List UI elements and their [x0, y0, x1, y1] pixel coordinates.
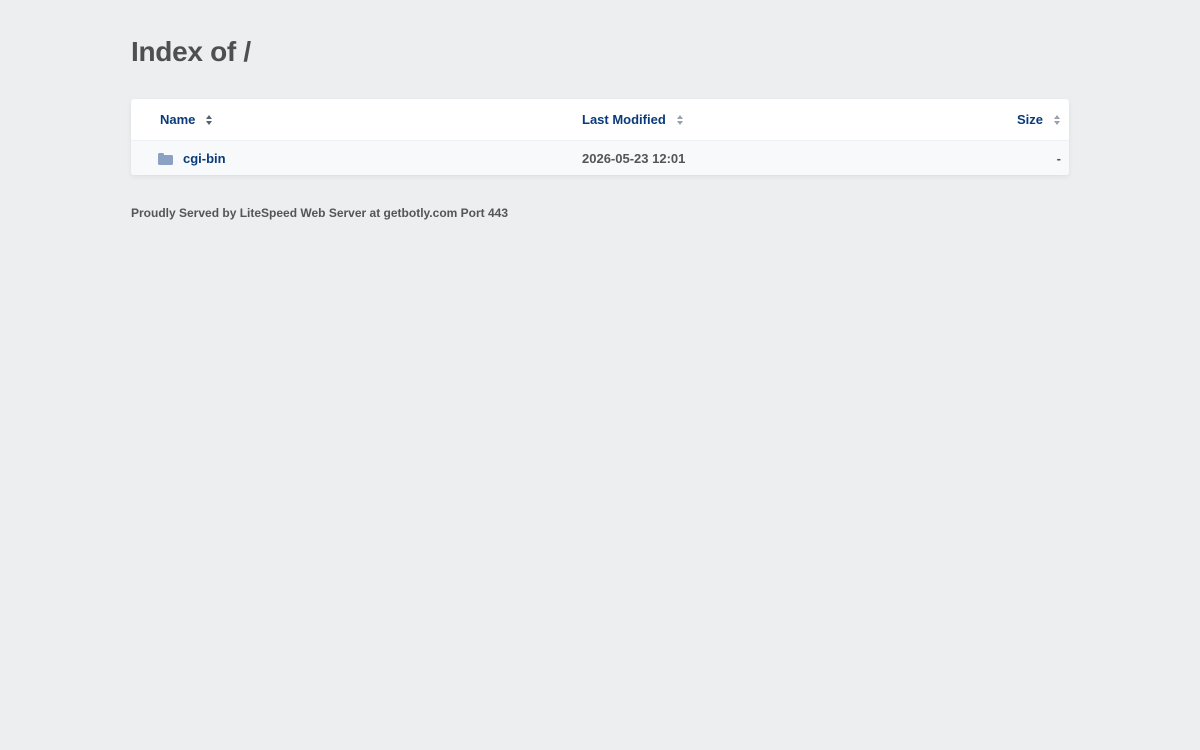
entry-link-cgi-bin[interactable]: cgi-bin: [183, 151, 226, 166]
folder-icon: [158, 141, 173, 175]
column-last-modified: Last Modified: [582, 99, 684, 140]
sort-arrows-icon[interactable]: [1054, 114, 1061, 125]
sort-by-last-modified-link[interactable]: Last Modified: [582, 112, 666, 127]
sort-by-name-link[interactable]: Name: [160, 112, 195, 127]
column-name: Name: [160, 99, 213, 140]
entry-name-cell: cgi-bin: [183, 141, 226, 175]
table-row: cgi-bin 2026-05-23 12:01 -: [131, 141, 1069, 175]
sort-arrows-icon[interactable]: [206, 114, 213, 125]
sort-by-size-link[interactable]: Size: [1017, 112, 1043, 127]
column-size: Size: [1017, 99, 1061, 140]
server-signature: Proudly Served by LiteSpeed Web Server a…: [131, 206, 509, 220]
entry-last-modified: 2026-05-23 12:01: [582, 150, 686, 166]
entry-size: -: [1056, 150, 1061, 166]
file-listing-table: Name Last Modified Size cgi-bin 2026-05-…: [131, 99, 1069, 175]
sort-arrows-icon[interactable]: [676, 114, 684, 125]
page-title: Index of /: [131, 36, 251, 67]
table-header: Name Last Modified Size: [131, 99, 1069, 141]
